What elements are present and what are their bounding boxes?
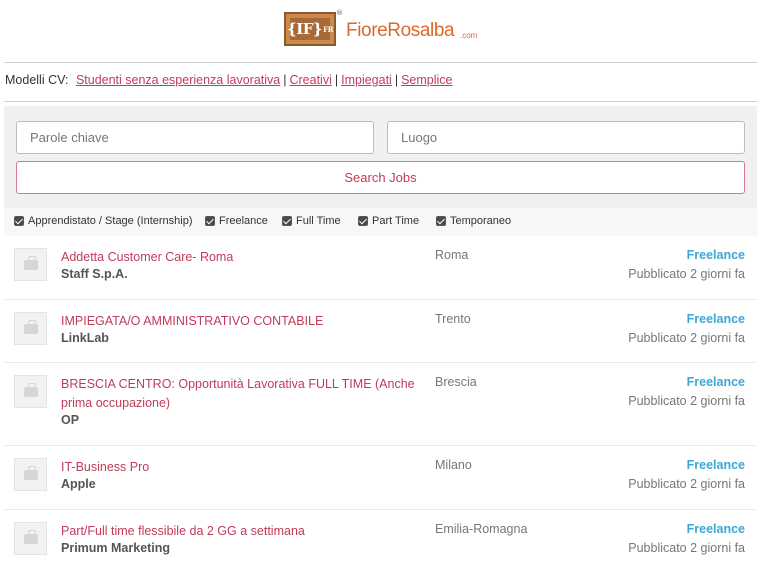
job-posted-date: Pubblicato 2 giorni fa bbox=[628, 331, 745, 345]
job-type-badge: Freelance bbox=[686, 458, 745, 472]
job-title[interactable]: IMPIEGATA/O AMMINISTRATIVO CONTABILE bbox=[61, 312, 421, 331]
job-listing-item[interactable]: BRESCIA CENTRO: Opportunità Lavorativa F… bbox=[4, 363, 757, 446]
checkbox-icon[interactable] bbox=[205, 216, 215, 226]
job-company: Staff S.p.A. bbox=[61, 267, 128, 281]
briefcase-icon bbox=[23, 465, 38, 480]
brand-dotcom: .com bbox=[460, 31, 478, 40]
filter-part-time[interactable]: Part Time bbox=[358, 215, 419, 227]
brand-wordmark[interactable]: FioreRosalba bbox=[346, 20, 455, 42]
search-jobs-button[interactable]: Search Jobs bbox=[16, 161, 745, 194]
job-type-badge: Freelance bbox=[686, 522, 745, 536]
brand-logo-glyph: {IF} FR bbox=[287, 18, 333, 40]
filter-temporary[interactable]: Temporaneo bbox=[436, 215, 511, 227]
company-logo-placeholder bbox=[14, 458, 47, 491]
site-header: {IF} FR ® FioreRosalba .com bbox=[0, 0, 768, 62]
company-logo-placeholder bbox=[14, 375, 47, 408]
job-company: Primum Marketing bbox=[61, 541, 171, 555]
job-title[interactable]: BRESCIA CENTRO: Opportunità Lavorativa F… bbox=[61, 375, 421, 413]
job-location: Brescia bbox=[435, 375, 477, 389]
job-posted-date: Pubblicato 2 giorni fa bbox=[628, 394, 745, 408]
checkbox-icon[interactable] bbox=[358, 216, 368, 226]
job-location: Milano bbox=[435, 458, 472, 472]
job-location: Emilia-Romagna bbox=[435, 522, 528, 536]
briefcase-icon bbox=[23, 382, 38, 397]
job-title[interactable]: IT-Business Pro bbox=[61, 458, 421, 477]
cv-link-employees[interactable]: Impiegati bbox=[341, 73, 392, 87]
filter-full-time[interactable]: Full Time bbox=[282, 215, 341, 227]
job-search-panel: Parole chiave Luogo Search Jobs bbox=[4, 106, 757, 208]
divider-bottom bbox=[4, 101, 757, 102]
job-listings: Addetta Customer Care- Roma Staff S.p.A.… bbox=[4, 236, 757, 568]
job-type-badge: Freelance bbox=[686, 312, 745, 326]
job-title[interactable]: Addetta Customer Care- Roma bbox=[61, 248, 421, 267]
job-location: Roma bbox=[435, 248, 469, 262]
location-input[interactable]: Luogo bbox=[387, 121, 745, 154]
job-listing-item[interactable]: Addetta Customer Care- Roma Staff S.p.A.… bbox=[4, 236, 757, 300]
checkbox-icon[interactable] bbox=[14, 216, 24, 226]
filter-internship[interactable]: Apprendistato / Stage (Internship) bbox=[14, 215, 192, 227]
company-logo-placeholder bbox=[14, 312, 47, 345]
cv-link-creative[interactable]: Creativi bbox=[289, 73, 331, 87]
cv-separator: | bbox=[394, 73, 399, 87]
keywords-input[interactable]: Parole chiave bbox=[16, 121, 374, 154]
job-title[interactable]: Part/Full time flessibile da 2 GG a sett… bbox=[61, 522, 421, 541]
cv-models-bar: Modelli CV: Studenti senza esperienza la… bbox=[5, 73, 453, 87]
cv-separator: | bbox=[334, 73, 339, 87]
job-listing-item[interactable]: IMPIEGATA/O AMMINISTRATIVO CONTABILE Lin… bbox=[4, 300, 757, 363]
company-logo-placeholder bbox=[14, 522, 47, 555]
cv-link-students[interactable]: Studenti senza esperienza lavorativa bbox=[76, 73, 280, 87]
job-type-badge: Freelance bbox=[686, 248, 745, 262]
divider-top bbox=[4, 62, 757, 63]
checkbox-icon[interactable] bbox=[436, 216, 446, 226]
cv-link-simple[interactable]: Semplice bbox=[401, 73, 452, 87]
registered-mark: ® bbox=[336, 9, 343, 17]
briefcase-icon bbox=[23, 255, 38, 270]
cv-models-label: Modelli CV: bbox=[5, 73, 69, 87]
job-type-filters: Apprendistato / Stage (Internship) Freel… bbox=[4, 208, 757, 236]
job-posted-date: Pubblicato 2 giorni fa bbox=[628, 267, 745, 281]
briefcase-icon bbox=[23, 529, 38, 544]
job-location: Trento bbox=[435, 312, 471, 326]
job-company: OP bbox=[61, 413, 80, 427]
job-posted-date: Pubblicato 2 giorni fa bbox=[628, 541, 745, 555]
job-posted-date: Pubblicato 2 giorni fa bbox=[628, 477, 745, 491]
job-company: Apple bbox=[61, 477, 96, 491]
cv-separator: | bbox=[283, 73, 287, 87]
filter-freelance[interactable]: Freelance bbox=[205, 215, 268, 227]
company-logo-placeholder bbox=[14, 248, 47, 281]
job-listing-item[interactable]: Part/Full time flessibile da 2 GG a sett… bbox=[4, 510, 757, 568]
job-listing-item[interactable]: IT-Business Pro Apple Milano Freelance P… bbox=[4, 446, 757, 510]
brand-logo-mark[interactable]: {IF} FR bbox=[284, 12, 336, 46]
job-company: LinkLab bbox=[61, 331, 109, 345]
briefcase-icon bbox=[23, 319, 38, 334]
checkbox-icon[interactable] bbox=[282, 216, 292, 226]
job-type-badge: Freelance bbox=[686, 375, 745, 389]
